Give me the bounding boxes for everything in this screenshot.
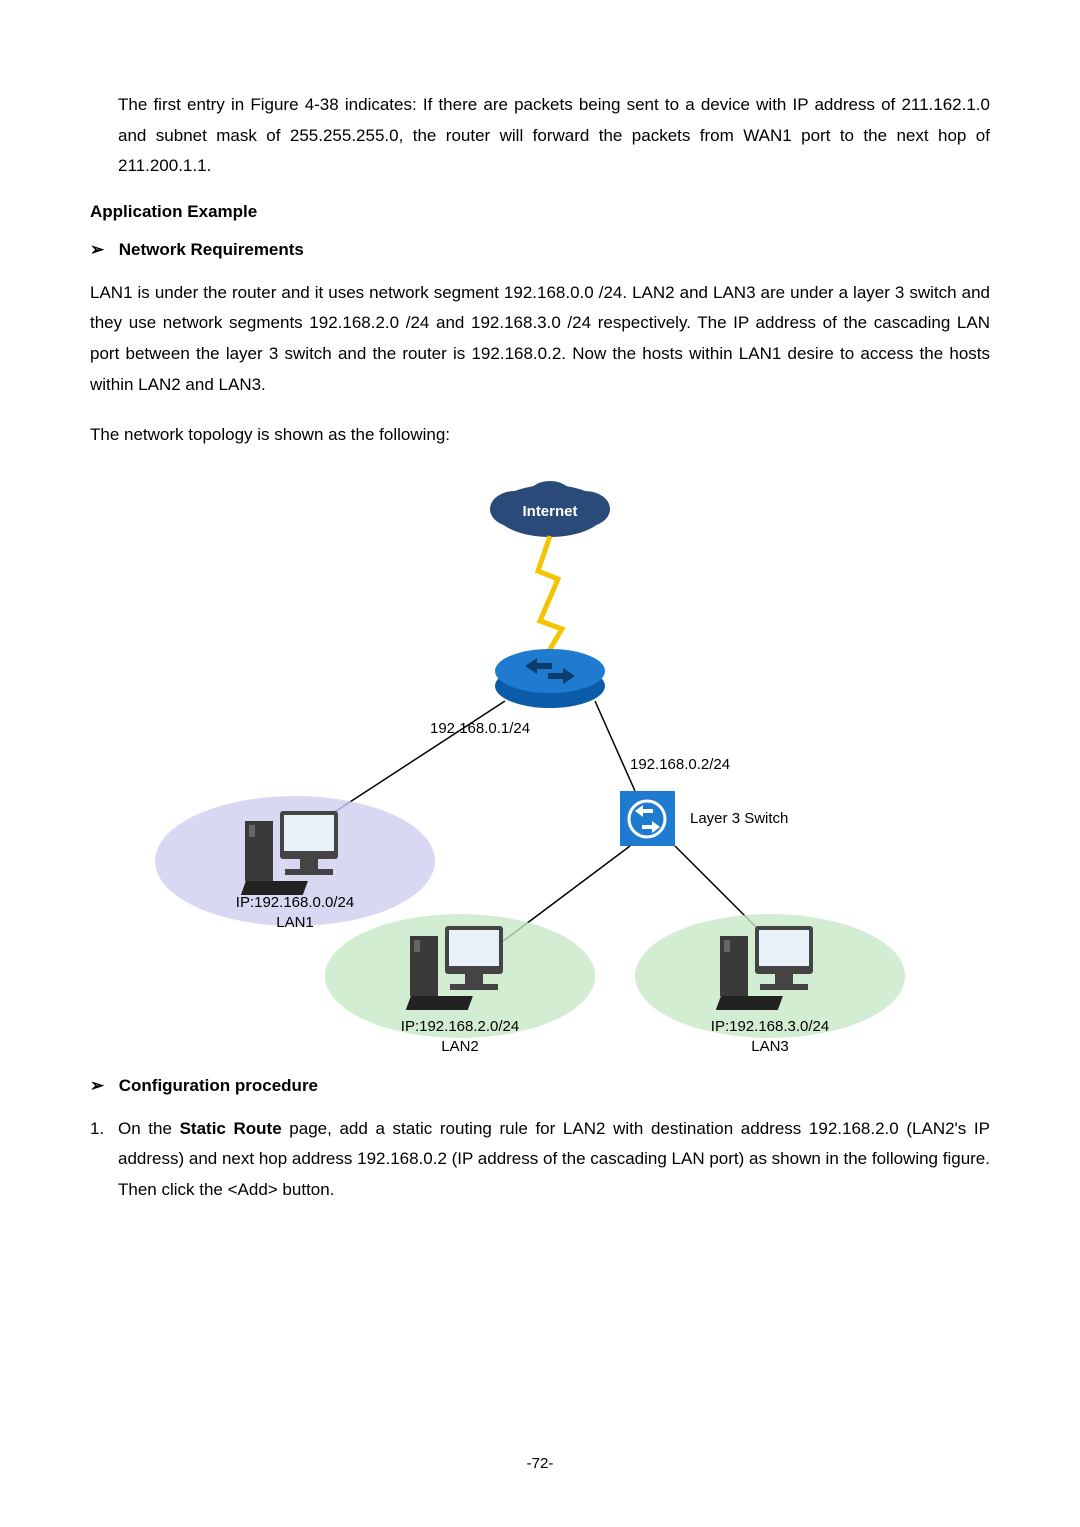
lan3-name-label: LAN3 bbox=[751, 1038, 789, 1051]
network-requirements-heading: ➢ Network Requirements bbox=[90, 240, 990, 260]
lan1-ip-label: IP:192.168.0.0/24 bbox=[236, 894, 354, 911]
switch-icon bbox=[620, 791, 675, 846]
chevron-right-icon: ➢ bbox=[90, 1076, 114, 1096]
switch-label: Layer 3 Switch bbox=[690, 810, 788, 827]
step-text: On the Static Route page, add a static r… bbox=[118, 1114, 990, 1206]
topology-intro-paragraph: The network topology is shown as the fol… bbox=[90, 420, 990, 451]
network-requirements-label: Network Requirements bbox=[119, 240, 304, 259]
intro-paragraph: The first entry in Figure 4-38 indicates… bbox=[118, 90, 990, 182]
configuration-procedure-heading: ➢ Configuration procedure bbox=[90, 1076, 990, 1096]
internet-label: Internet bbox=[522, 503, 577, 520]
step-text-prefix: On the bbox=[118, 1119, 180, 1138]
document-page: The first entry in Figure 4-38 indicates… bbox=[0, 0, 1080, 1527]
step-1: 1. On the Static Route page, add a stati… bbox=[90, 1114, 990, 1206]
switch-ip-label: 192.168.0.2/24 bbox=[630, 756, 730, 773]
step-text-bold: Static Route bbox=[180, 1119, 282, 1138]
topology-svg: Internet 192.168.0.1/24 192.168.0.2/24 bbox=[130, 471, 950, 1051]
lan1-name-label: LAN1 bbox=[276, 914, 314, 931]
step-number: 1. bbox=[90, 1114, 118, 1206]
lan3-ip-label: IP:192.168.3.0/24 bbox=[711, 1018, 829, 1035]
internet-cloud-icon: Internet bbox=[490, 481, 610, 537]
router-icon bbox=[495, 649, 605, 708]
lan2-name-label: LAN2 bbox=[441, 1038, 479, 1051]
lan2-ip-label: IP:192.168.2.0/24 bbox=[401, 1018, 519, 1035]
application-example-heading: Application Example bbox=[90, 202, 990, 222]
link-line bbox=[595, 701, 635, 791]
router-ip-label: 192.168.0.1/24 bbox=[430, 720, 530, 737]
network-topology-diagram: Internet 192.168.0.1/24 192.168.0.2/24 bbox=[90, 471, 990, 1051]
page-number: -72- bbox=[0, 1455, 1080, 1472]
lightning-link-icon bbox=[538, 536, 562, 659]
network-requirements-paragraph: LAN1 is under the router and it uses net… bbox=[90, 278, 990, 400]
chevron-right-icon: ➢ bbox=[90, 240, 114, 260]
configuration-procedure-label: Configuration procedure bbox=[119, 1076, 318, 1095]
